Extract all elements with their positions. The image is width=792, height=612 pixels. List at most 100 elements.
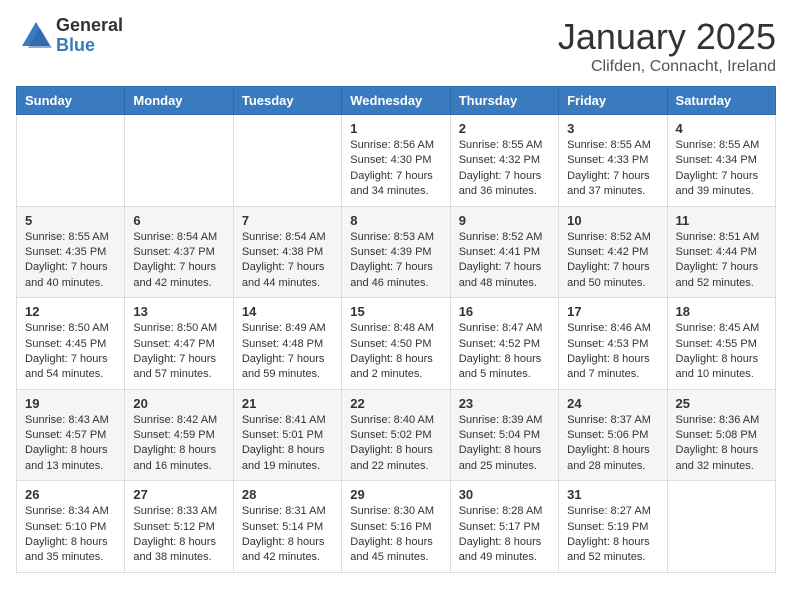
calendar-cell: 4 Sunrise: 8:55 AM Sunset: 4:34 PM Daylig…	[667, 115, 775, 207]
calendar-cell: 7 Sunrise: 8:54 AM Sunset: 4:38 PM Daylig…	[233, 206, 341, 298]
day-info: Sunrise: 8:27 AM Sunset: 5:19 PM Dayligh…	[567, 504, 658, 566]
day-number: 1	[350, 121, 441, 136]
day-info: Sunrise: 8:40 AM Sunset: 5:02 PM Dayligh…	[350, 413, 441, 475]
logo-icon	[16, 18, 52, 54]
day-number: 26	[25, 487, 116, 502]
day-number: 30	[459, 487, 550, 502]
day-number: 31	[567, 487, 658, 502]
day-number: 7	[242, 213, 333, 228]
day-number: 10	[567, 213, 658, 228]
calendar-cell: 25Sunrise: 8:36 AM Sunset: 5:08 PM Dayli…	[667, 389, 775, 481]
day-info: Sunrise: 8:55 AM Sunset: 4:32 PM Dayligh…	[459, 138, 550, 200]
weekday-header-friday: Friday	[559, 87, 667, 115]
day-info: Sunrise: 8:41 AM Sunset: 5:01 PM Dayligh…	[242, 413, 333, 475]
weekday-header-sunday: Sunday	[17, 87, 125, 115]
calendar-cell: 24Sunrise: 8:37 AM Sunset: 5:06 PM Dayli…	[559, 389, 667, 481]
calendar-week-2: 5 Sunrise: 8:55 AM Sunset: 4:35 PM Daylig…	[17, 206, 776, 298]
calendar-cell	[17, 115, 125, 207]
logo: General Blue	[16, 16, 123, 56]
day-info: Sunrise: 8:47 AM Sunset: 4:52 PM Dayligh…	[459, 321, 550, 383]
calendar-cell: 17 Sunrise: 8:46 AM Sunset: 4:53 PM Dayli…	[559, 298, 667, 390]
calendar-cell: 1 Sunrise: 8:56 AM Sunset: 4:30 PM Daylig…	[342, 115, 450, 207]
calendar-cell: 2 Sunrise: 8:55 AM Sunset: 4:32 PM Daylig…	[450, 115, 558, 207]
calendar-cell	[125, 115, 233, 207]
day-info: Sunrise: 8:33 AM Sunset: 5:12 PM Dayligh…	[133, 504, 224, 566]
calendar-week-4: 19 Sunrise: 8:43 AM Sunset: 4:57 PM Dayli…	[17, 389, 776, 481]
day-number: 8	[350, 213, 441, 228]
day-number: 22	[350, 396, 441, 411]
calendar-cell: 31 Sunrise: 8:27 AM Sunset: 5:19 PM Dayli…	[559, 481, 667, 573]
day-number: 3	[567, 121, 658, 136]
calendar-cell: 21Sunrise: 8:41 AM Sunset: 5:01 PM Dayli…	[233, 389, 341, 481]
calendar-cell: 10Sunrise: 8:52 AM Sunset: 4:42 PM Dayli…	[559, 206, 667, 298]
page-header: General Blue January 2025 Clifden, Conna…	[16, 16, 776, 76]
day-info: Sunrise: 8:43 AM Sunset: 4:57 PM Dayligh…	[25, 413, 116, 475]
calendar-week-3: 12Sunrise: 8:50 AM Sunset: 4:45 PM Dayli…	[17, 298, 776, 390]
day-info: Sunrise: 8:51 AM Sunset: 4:44 PM Dayligh…	[676, 230, 767, 292]
day-number: 12	[25, 304, 116, 319]
weekday-header-monday: Monday	[125, 87, 233, 115]
calendar-cell: 20 Sunrise: 8:42 AM Sunset: 4:59 PM Dayli…	[125, 389, 233, 481]
calendar-cell: 11 Sunrise: 8:51 AM Sunset: 4:44 PM Dayli…	[667, 206, 775, 298]
weekday-header-wednesday: Wednesday	[342, 87, 450, 115]
day-info: Sunrise: 8:55 AM Sunset: 4:34 PM Dayligh…	[676, 138, 767, 200]
day-info: Sunrise: 8:37 AM Sunset: 5:06 PM Dayligh…	[567, 413, 658, 475]
calendar-cell: 13Sunrise: 8:50 AM Sunset: 4:47 PM Dayli…	[125, 298, 233, 390]
calendar-cell: 23 Sunrise: 8:39 AM Sunset: 5:04 PM Dayli…	[450, 389, 558, 481]
day-number: 4	[676, 121, 767, 136]
calendar-week-1: 1 Sunrise: 8:56 AM Sunset: 4:30 PM Daylig…	[17, 115, 776, 207]
logo-general: General	[56, 16, 123, 36]
day-number: 23	[459, 396, 550, 411]
calendar-cell: 5 Sunrise: 8:55 AM Sunset: 4:35 PM Daylig…	[17, 206, 125, 298]
logo-blue: Blue	[56, 36, 123, 56]
day-info: Sunrise: 8:39 AM Sunset: 5:04 PM Dayligh…	[459, 413, 550, 475]
calendar-week-5: 26 Sunrise: 8:34 AM Sunset: 5:10 PM Dayli…	[17, 481, 776, 573]
day-info: Sunrise: 8:34 AM Sunset: 5:10 PM Dayligh…	[25, 504, 116, 566]
calendar-cell: 15 Sunrise: 8:48 AM Sunset: 4:50 PM Dayli…	[342, 298, 450, 390]
day-info: Sunrise: 8:52 AM Sunset: 4:41 PM Dayligh…	[459, 230, 550, 292]
day-info: Sunrise: 8:36 AM Sunset: 5:08 PM Dayligh…	[676, 413, 767, 475]
day-number: 15	[350, 304, 441, 319]
day-info: Sunrise: 8:50 AM Sunset: 4:47 PM Dayligh…	[133, 321, 224, 383]
calendar-cell: 14Sunrise: 8:49 AM Sunset: 4:48 PM Dayli…	[233, 298, 341, 390]
day-info: Sunrise: 8:28 AM Sunset: 5:17 PM Dayligh…	[459, 504, 550, 566]
calendar-cell: 27 Sunrise: 8:33 AM Sunset: 5:12 PM Dayli…	[125, 481, 233, 573]
calendar-cell: 12Sunrise: 8:50 AM Sunset: 4:45 PM Dayli…	[17, 298, 125, 390]
day-info: Sunrise: 8:31 AM Sunset: 5:14 PM Dayligh…	[242, 504, 333, 566]
month-title: January 2025	[558, 16, 776, 58]
day-info: Sunrise: 8:56 AM Sunset: 4:30 PM Dayligh…	[350, 138, 441, 200]
calendar-cell: 18 Sunrise: 8:45 AM Sunset: 4:55 PM Dayli…	[667, 298, 775, 390]
logo-text: General Blue	[56, 16, 123, 56]
weekday-header-saturday: Saturday	[667, 87, 775, 115]
location-subtitle: Clifden, Connacht, Ireland	[558, 58, 776, 76]
day-info: Sunrise: 8:54 AM Sunset: 4:37 PM Dayligh…	[133, 230, 224, 292]
day-number: 11	[676, 213, 767, 228]
day-number: 20	[133, 396, 224, 411]
calendar-cell: 28Sunrise: 8:31 AM Sunset: 5:14 PM Dayli…	[233, 481, 341, 573]
day-info: Sunrise: 8:55 AM Sunset: 4:33 PM Dayligh…	[567, 138, 658, 200]
day-number: 17	[567, 304, 658, 319]
day-number: 18	[676, 304, 767, 319]
calendar-cell: 22 Sunrise: 8:40 AM Sunset: 5:02 PM Dayli…	[342, 389, 450, 481]
day-info: Sunrise: 8:54 AM Sunset: 4:38 PM Dayligh…	[242, 230, 333, 292]
weekday-header-tuesday: Tuesday	[233, 87, 341, 115]
day-number: 5	[25, 213, 116, 228]
day-info: Sunrise: 8:48 AM Sunset: 4:50 PM Dayligh…	[350, 321, 441, 383]
weekday-header-thursday: Thursday	[450, 87, 558, 115]
day-info: Sunrise: 8:55 AM Sunset: 4:35 PM Dayligh…	[25, 230, 116, 292]
day-info: Sunrise: 8:45 AM Sunset: 4:55 PM Dayligh…	[676, 321, 767, 383]
title-section: January 2025 Clifden, Connacht, Ireland	[558, 16, 776, 76]
calendar-cell: 26 Sunrise: 8:34 AM Sunset: 5:10 PM Dayli…	[17, 481, 125, 573]
calendar-cell: 16Sunrise: 8:47 AM Sunset: 4:52 PM Dayli…	[450, 298, 558, 390]
day-number: 14	[242, 304, 333, 319]
calendar-cell	[667, 481, 775, 573]
day-number: 27	[133, 487, 224, 502]
calendar-cell: 29Sunrise: 8:30 AM Sunset: 5:16 PM Dayli…	[342, 481, 450, 573]
day-number: 2	[459, 121, 550, 136]
day-info: Sunrise: 8:46 AM Sunset: 4:53 PM Dayligh…	[567, 321, 658, 383]
calendar-cell: 19 Sunrise: 8:43 AM Sunset: 4:57 PM Dayli…	[17, 389, 125, 481]
day-number: 6	[133, 213, 224, 228]
day-info: Sunrise: 8:42 AM Sunset: 4:59 PM Dayligh…	[133, 413, 224, 475]
calendar-cell: 6 Sunrise: 8:54 AM Sunset: 4:37 PM Daylig…	[125, 206, 233, 298]
day-number: 19	[25, 396, 116, 411]
